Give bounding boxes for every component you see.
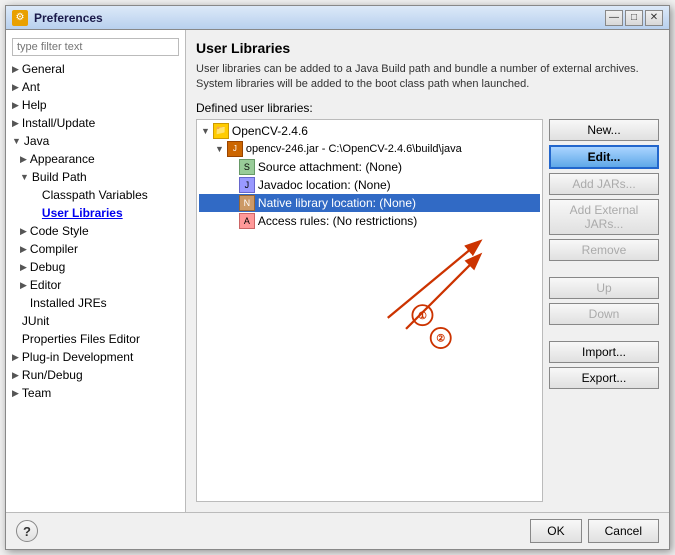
panel-description: User libraries can be added to a Java Bu… (196, 62, 659, 93)
access-icon: A (239, 213, 255, 229)
lib-tree-wrapper: ▼ 📁 OpenCV-2.4.6 ▼ J opencv-246.jar - C:… (196, 119, 543, 502)
lib-section: ▼ 📁 OpenCV-2.4.6 ▼ J opencv-246.jar - C:… (196, 119, 659, 502)
expand-arrow: ▶ (12, 64, 19, 75)
sidebar-item-debug[interactable]: ▶ Debug (6, 258, 185, 276)
expand-arrow: ▼ (215, 144, 224, 154)
source-icon: S (239, 159, 255, 175)
window-title: Preferences (34, 11, 605, 25)
add-jars-button[interactable]: Add JARs... (549, 173, 659, 195)
native-icon: N (239, 195, 255, 211)
add-external-jars-button[interactable]: Add External JARs... (549, 199, 659, 235)
maximize-button[interactable]: □ (625, 10, 643, 26)
down-button[interactable]: Down (549, 303, 659, 325)
help-button[interactable]: ? (16, 520, 38, 542)
minimize-button[interactable]: — (605, 10, 623, 26)
main-panel: User Libraries User libraries can be add… (186, 30, 669, 512)
expand-arrow: ▶ (20, 226, 27, 237)
titlebar: ⚙ Preferences — □ ✕ (6, 6, 669, 30)
sidebar-item-run-debug[interactable]: ▶ Run/Debug (6, 366, 185, 384)
sidebar-item-general[interactable]: ▶ General (6, 60, 185, 78)
expand-arrow: ▶ (12, 100, 19, 111)
sidebar-item-editor[interactable]: ▶ Editor (6, 276, 185, 294)
expand-arrow: ▶ (12, 82, 19, 93)
expand-arrow: ▼ (201, 126, 210, 136)
expand-arrow: ▼ (20, 172, 29, 182)
expand-arrow: ▶ (12, 370, 19, 381)
sidebar-item-appearance[interactable]: ▶ Appearance (6, 150, 185, 168)
export-button[interactable]: Export... (549, 367, 659, 389)
sidebar-item-properties-files-editor[interactable]: ▶ Properties Files Editor (6, 330, 185, 348)
sidebar-item-build-path[interactable]: ▼ Build Path (6, 168, 185, 186)
titlebar-buttons: — □ ✕ (605, 10, 663, 26)
expand-arrow: ▶ (20, 244, 27, 255)
import-button[interactable]: Import... (549, 341, 659, 363)
expand-arrow: ▶ (20, 262, 27, 273)
preferences-window: ⚙ Preferences — □ ✕ ▶ General ▶ Ant ▶ He… (5, 5, 670, 550)
edit-button[interactable]: Edit... (549, 145, 659, 169)
expand-arrow: ▶ (12, 352, 19, 363)
sidebar-item-junit[interactable]: ▶ JUnit (6, 312, 185, 330)
sidebar-item-java[interactable]: ▼ Java (6, 132, 185, 150)
up-button[interactable]: Up (549, 277, 659, 299)
expand-arrow: ▶ (20, 280, 27, 291)
ok-button[interactable]: OK (530, 519, 581, 543)
expand-arrow: ▼ (12, 136, 21, 146)
lib-item-access-rules[interactable]: ▶ A Access rules: (No restrictions) (199, 212, 540, 230)
remove-button[interactable]: Remove (549, 239, 659, 261)
right-buttons: New... Edit... Add JARs... Add External … (549, 119, 659, 502)
filter-input[interactable] (12, 38, 179, 56)
sidebar: ▶ General ▶ Ant ▶ Help ▶ Install/Update … (6, 30, 186, 512)
sidebar-item-ant[interactable]: ▶ Ant (6, 78, 185, 96)
folder-icon: 📁 (213, 123, 229, 139)
sidebar-item-code-style[interactable]: ▶ Code Style (6, 222, 185, 240)
sidebar-item-installed-jres[interactable]: ▶ Installed JREs (6, 294, 185, 312)
sidebar-item-install-update[interactable]: ▶ Install/Update (6, 114, 185, 132)
lib-item-native-library[interactable]: ▶ N Native library location: (None) (199, 194, 540, 212)
javadoc-icon: J (239, 177, 255, 193)
sidebar-item-compiler[interactable]: ▶ Compiler (6, 240, 185, 258)
lib-item-javadoc-location[interactable]: ▶ J Javadoc location: (None) (199, 176, 540, 194)
new-button[interactable]: New... (549, 119, 659, 141)
lib-item-source-attachment[interactable]: ▶ S Source attachment: (None) (199, 158, 540, 176)
close-button[interactable]: ✕ (645, 10, 663, 26)
expand-arrow: ▶ (12, 118, 19, 129)
window-icon: ⚙ (12, 10, 28, 26)
sidebar-item-user-libraries[interactable]: ▶ User Libraries (6, 204, 185, 222)
lib-item-opencv246[interactable]: ▼ 📁 OpenCV-2.4.6 (199, 122, 540, 140)
sidebar-item-plugin-development[interactable]: ▶ Plug-in Development (6, 348, 185, 366)
jar-icon: J (227, 141, 243, 157)
content-area: ▶ General ▶ Ant ▶ Help ▶ Install/Update … (6, 30, 669, 512)
expand-arrow: ▶ (20, 154, 27, 165)
defined-label: Defined user libraries: (196, 101, 659, 115)
sidebar-item-classpath-variables[interactable]: ▶ Classpath Variables (6, 186, 185, 204)
panel-title: User Libraries (196, 40, 659, 56)
sidebar-item-help[interactable]: ▶ Help (6, 96, 185, 114)
bottom-bar: ? OK Cancel (6, 512, 669, 549)
sidebar-item-team[interactable]: ▶ Team (6, 384, 185, 402)
cancel-button[interactable]: Cancel (588, 519, 659, 543)
expand-arrow: ▶ (12, 388, 19, 399)
lib-item-opencv-jar[interactable]: ▼ J opencv-246.jar - C:\OpenCV-2.4.6\bui… (199, 140, 540, 158)
lib-tree[interactable]: ▼ 📁 OpenCV-2.4.6 ▼ J opencv-246.jar - C:… (196, 119, 543, 502)
